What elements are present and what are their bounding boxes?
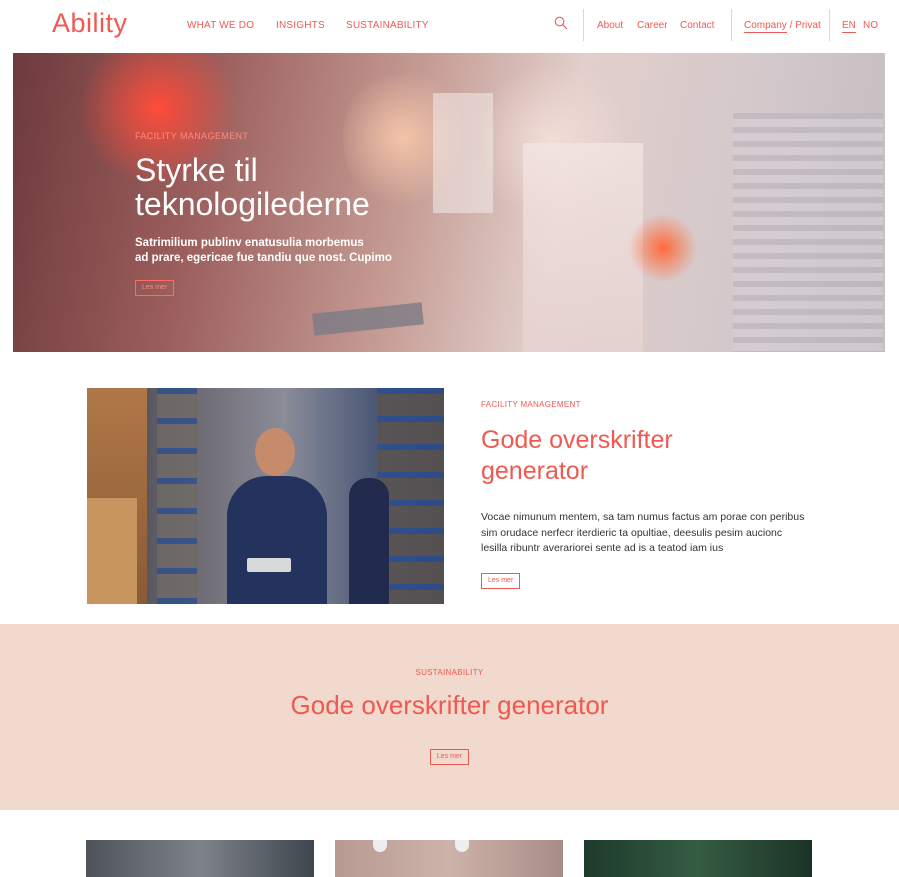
- hero-title: Styrke til teknologilederne: [135, 153, 475, 221]
- util-contact[interactable]: Contact: [680, 20, 714, 31]
- card-image[interactable]: [584, 840, 812, 877]
- hero-eyebrow: FACILITY MANAGEMENT: [135, 131, 249, 141]
- nav-insights[interactable]: INSIGHTS: [276, 20, 325, 31]
- header-divider: [829, 9, 830, 41]
- sustainability-eyebrow: SUSTAINABILITY: [415, 668, 484, 677]
- site-header: Ability WHAT WE DO INSIGHTS SUSTAINABILI…: [0, 0, 899, 52]
- feature-title-line: Gode overskrifter: [481, 426, 673, 454]
- hero-subtitle: Satrimilium publinv enatusulia morbemus …: [135, 236, 475, 266]
- audience-separator: /: [786, 20, 796, 31]
- hero-read-more-button[interactable]: Les mer: [135, 280, 175, 296]
- feature-image: [87, 388, 444, 604]
- logo[interactable]: Ability: [52, 8, 128, 39]
- feature-body-line: Vocae nimunum mentem, sa tam numus factu…: [481, 511, 805, 523]
- lang-en[interactable]: EN: [842, 20, 856, 33]
- feature-body: Vocae nimunum mentem, sa tam numus factu…: [481, 510, 841, 557]
- util-about[interactable]: About: [597, 20, 623, 31]
- search-icon[interactable]: [554, 16, 568, 30]
- util-career[interactable]: Career: [637, 20, 668, 31]
- feature-read-more-button[interactable]: Les mer: [481, 572, 521, 589]
- card-image[interactable]: [335, 840, 563, 877]
- card-image[interactable]: [86, 840, 314, 877]
- feature-body-line: lesilla ribuntr averariorei sente ad is …: [481, 542, 724, 554]
- sustainability-band: SUSTAINABILITY Gode overskrifter generat…: [0, 624, 899, 810]
- hero-subtitle-line: ad prare, egericae fue tandiu que nost. …: [135, 252, 392, 264]
- hero-subtitle-line: Satrimilium publinv enatusulia morbemus: [135, 237, 364, 249]
- feature-text: FACILITY MANAGEMENT Gode overskrifter ge…: [481, 400, 841, 589]
- audience-switch: Company / Privat: [744, 20, 821, 33]
- sustainability-read-more-button[interactable]: Les mer: [429, 749, 470, 765]
- header-divider: [731, 9, 732, 41]
- hero-title-line: teknologilederne: [135, 186, 370, 222]
- audience-company[interactable]: Company: [744, 20, 787, 33]
- hero-content: FACILITY MANAGEMENT Styrke til teknologi…: [135, 131, 475, 296]
- hero-banner: FACILITY MANAGEMENT Styrke til teknologi…: [13, 53, 885, 352]
- audience-private[interactable]: Privat: [795, 20, 821, 31]
- hero-title-line: Styrke til: [135, 152, 258, 188]
- feature-eyebrow: FACILITY MANAGEMENT: [481, 400, 581, 409]
- feature-body-line: sim orudace nerfecr iterdieric ta opulti…: [481, 526, 783, 539]
- lang-no[interactable]: NO: [863, 20, 878, 31]
- feature-title: Gode overskrifter generator: [481, 425, 841, 487]
- feature-title-line: generator: [481, 457, 589, 485]
- sustainability-button-wrap: Les mer: [0, 745, 899, 765]
- sustainability-title: Gode overskrifter generator: [290, 690, 609, 720]
- header-divider: [583, 9, 584, 41]
- nav-what-we-do[interactable]: WHAT WE DO: [187, 20, 254, 31]
- nav-sustainability[interactable]: SUSTAINABILITY: [346, 20, 429, 31]
